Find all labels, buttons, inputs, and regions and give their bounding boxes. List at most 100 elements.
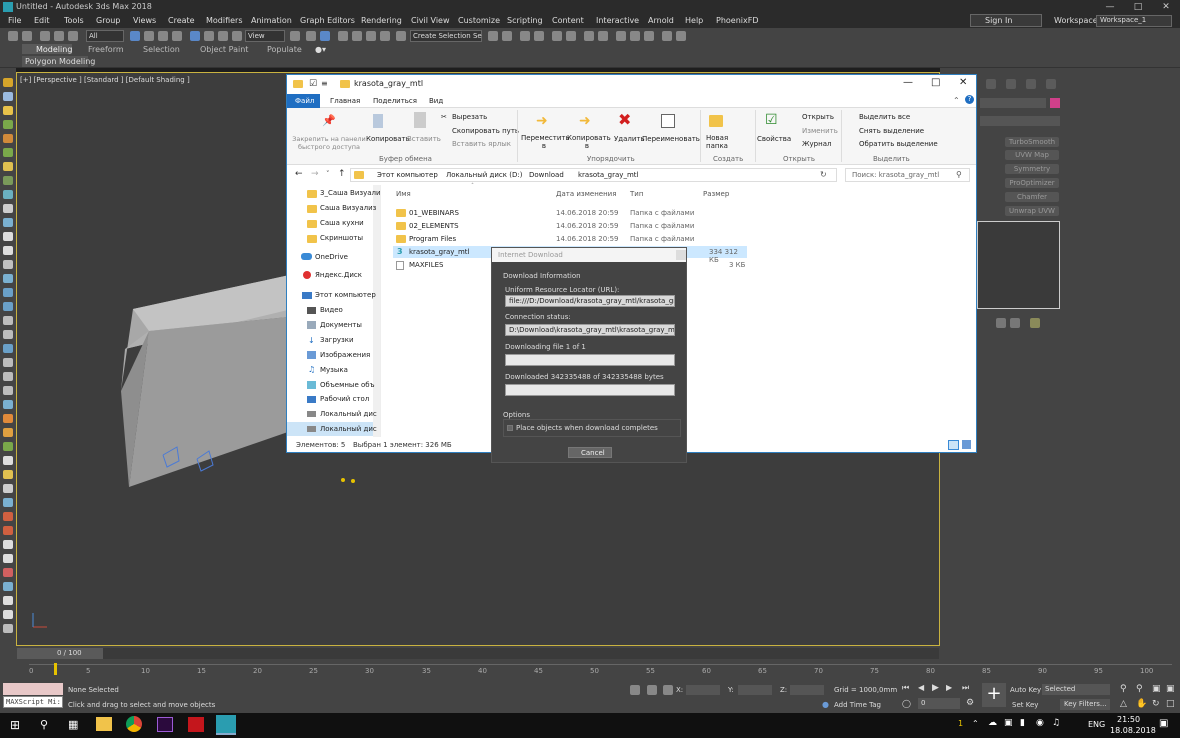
redo-icon[interactable] bbox=[22, 31, 32, 41]
explorer-close-button[interactable]: ✕ bbox=[959, 77, 967, 88]
snaps-toggle-icon[interactable] bbox=[338, 31, 348, 41]
explorer-minimize-button[interactable]: — bbox=[903, 77, 913, 88]
volume-tray-icon[interactable]: ♫ bbox=[1052, 718, 1060, 728]
hierarchy-tab-icon[interactable] bbox=[1026, 79, 1036, 89]
create-sphere-icon[interactable] bbox=[3, 92, 13, 101]
pan-icon[interactable]: ✋ bbox=[1136, 699, 1147, 709]
3dsmax-taskbar-icon[interactable] bbox=[216, 715, 236, 735]
create-shape-icon[interactable] bbox=[3, 134, 13, 143]
details-view-icon[interactable] bbox=[948, 440, 959, 450]
bind-spacewarp-icon[interactable] bbox=[68, 31, 78, 41]
configure-modifier-sets-icon[interactable] bbox=[1030, 318, 1040, 328]
menu-arnold[interactable]: Arnold bbox=[648, 16, 674, 25]
tool-protractor-icon[interactable] bbox=[3, 498, 13, 507]
render-in-cloud-icon[interactable] bbox=[662, 31, 672, 41]
nav-yandex-disk[interactable]: Яндекс.Диск bbox=[315, 271, 362, 279]
history-button[interactable]: Журнал bbox=[802, 140, 831, 148]
tool-spot-light-icon[interactable] bbox=[3, 428, 13, 437]
create-light-icon[interactable] bbox=[3, 106, 13, 115]
tool-cone-icon[interactable] bbox=[3, 232, 13, 241]
orbit-icon[interactable]: ↻ bbox=[1152, 699, 1160, 709]
tool-arc-icon[interactable] bbox=[3, 330, 13, 339]
reference-coord-select[interactable]: View bbox=[245, 30, 285, 42]
language-indicator[interactable]: ENG bbox=[1088, 720, 1105, 729]
help-icon[interactable]: ? bbox=[965, 95, 974, 104]
graphite-toolbar-icon[interactable] bbox=[552, 31, 562, 41]
render-production-icon[interactable] bbox=[644, 31, 654, 41]
y-coordinate-field[interactable] bbox=[738, 685, 772, 695]
breadcrumb-local-disk[interactable]: Локальный диск (D:) bbox=[446, 171, 522, 179]
paste-button[interactable]: Вставить bbox=[407, 135, 441, 143]
menu-graph-editors[interactable]: Graph Editors bbox=[300, 16, 355, 25]
select-all-button[interactable]: Выделить все bbox=[859, 113, 910, 121]
column-name[interactable]: Имя bbox=[396, 190, 411, 198]
maximize-button[interactable]: □ bbox=[1124, 0, 1152, 14]
track-bar[interactable]: 0 5 10 15 20 25 30 35 40 45 50 55 60 65 … bbox=[29, 663, 1172, 678]
tool-bones-icon[interactable] bbox=[3, 526, 13, 535]
invert-selection-button[interactable]: Обратить выделение bbox=[859, 140, 938, 148]
edit-named-selection-icon[interactable] bbox=[396, 31, 406, 41]
create-camera-icon[interactable] bbox=[3, 162, 13, 171]
tool-dummy-icon[interactable] bbox=[3, 456, 13, 465]
tool-egg-icon[interactable] bbox=[3, 400, 13, 409]
menu-animation[interactable]: Animation bbox=[251, 16, 292, 25]
modifier-list-select[interactable] bbox=[980, 116, 1060, 126]
clock-time[interactable]: 21:50 bbox=[1117, 715, 1140, 724]
tool-sunlight-icon[interactable] bbox=[3, 554, 13, 563]
tool-grid-icon[interactable] bbox=[3, 274, 13, 283]
address-bar[interactable]: Этот компьютер Локальный диск (D:) Downl… bbox=[350, 168, 837, 182]
create-box-icon[interactable] bbox=[3, 78, 13, 87]
tool-biped-icon[interactable] bbox=[3, 540, 13, 549]
tool-wind-icon[interactable] bbox=[3, 582, 13, 591]
tab-freeform[interactable]: Freeform bbox=[88, 45, 124, 55]
copy-path-button[interactable]: Скопировать путь bbox=[452, 127, 519, 135]
open-a360-gallery-icon[interactable] bbox=[676, 31, 686, 41]
selection-filter-select[interactable]: All bbox=[86, 30, 124, 42]
percent-snap-icon[interactable] bbox=[366, 31, 376, 41]
cancel-button[interactable]: Cancel bbox=[568, 447, 612, 458]
tool-torus-icon[interactable] bbox=[3, 260, 13, 269]
search-input[interactable]: Поиск: krasota_gray_mtl ⚲ bbox=[845, 168, 970, 182]
modifier-chamfer[interactable]: Chamfer bbox=[1005, 192, 1059, 202]
workspace-select[interactable]: Workspace_1 bbox=[1096, 15, 1172, 27]
window-crossing-icon[interactable] bbox=[172, 31, 182, 41]
wifi-tray-icon[interactable]: ◉ bbox=[1036, 718, 1044, 728]
large-icons-view-icon[interactable] bbox=[962, 440, 971, 449]
maxscript-mini-listener[interactable]: MAXScript Mi: bbox=[3, 696, 63, 708]
nav-item-4[interactable]: Скриншоты bbox=[320, 234, 363, 242]
properties-button[interactable]: Свойства bbox=[757, 135, 791, 143]
tool-target-camera-icon[interactable] bbox=[3, 442, 13, 451]
move-to-button[interactable]: Переместить в bbox=[521, 134, 570, 150]
create-helper-icon[interactable] bbox=[3, 120, 13, 129]
tool-compass-icon[interactable] bbox=[3, 512, 13, 521]
start-icon[interactable]: ⊞ bbox=[10, 718, 20, 732]
up-icon[interactable]: ↑ bbox=[338, 169, 346, 179]
toggle-layer-explorer-icon[interactable] bbox=[534, 31, 544, 41]
cut-button[interactable]: Вырезать bbox=[452, 113, 487, 121]
key-filters-button[interactable]: Key Filters... bbox=[1060, 699, 1110, 710]
selection-lock-icon[interactable] bbox=[647, 685, 657, 695]
breadcrumb-current[interactable]: krasota_gray_mtl bbox=[578, 171, 638, 179]
go-to-start-icon[interactable]: ⏮ bbox=[902, 683, 909, 693]
menu-create[interactable]: Create bbox=[168, 16, 195, 25]
chrome-taskbar-icon[interactable] bbox=[126, 716, 142, 732]
zoom-all-icon[interactable]: ⚲ bbox=[1136, 684, 1143, 694]
x-coordinate-field[interactable] bbox=[686, 685, 720, 695]
nav-scrollbar[interactable] bbox=[373, 185, 380, 437]
signin-button[interactable]: Sign In bbox=[970, 14, 1042, 27]
next-frame-icon[interactable]: ▶ bbox=[946, 683, 952, 692]
premiere-taskbar-icon[interactable] bbox=[157, 717, 173, 732]
undo-icon[interactable] bbox=[8, 31, 18, 41]
nav-music[interactable]: Музыка bbox=[320, 366, 348, 374]
menu-customize[interactable]: Customize bbox=[458, 16, 500, 25]
tab-object-paint[interactable]: Object Paint bbox=[200, 45, 248, 55]
forward-icon[interactable]: → bbox=[311, 169, 319, 179]
file-row[interactable]: Program Files 14.06.2018 20:59 Папка с ф… bbox=[393, 233, 749, 245]
tool-teapot-icon[interactable] bbox=[3, 218, 13, 227]
menu-civil-view[interactable]: Civil View bbox=[411, 16, 450, 25]
tool-ripple-icon[interactable] bbox=[3, 624, 13, 633]
zoom-extents-icon[interactable]: ▣ bbox=[1152, 684, 1161, 694]
placement-icon[interactable] bbox=[232, 31, 242, 41]
minimize-button[interactable]: — bbox=[1096, 0, 1124, 14]
named-selection-sets-select[interactable]: Create Selection Se bbox=[410, 30, 482, 42]
